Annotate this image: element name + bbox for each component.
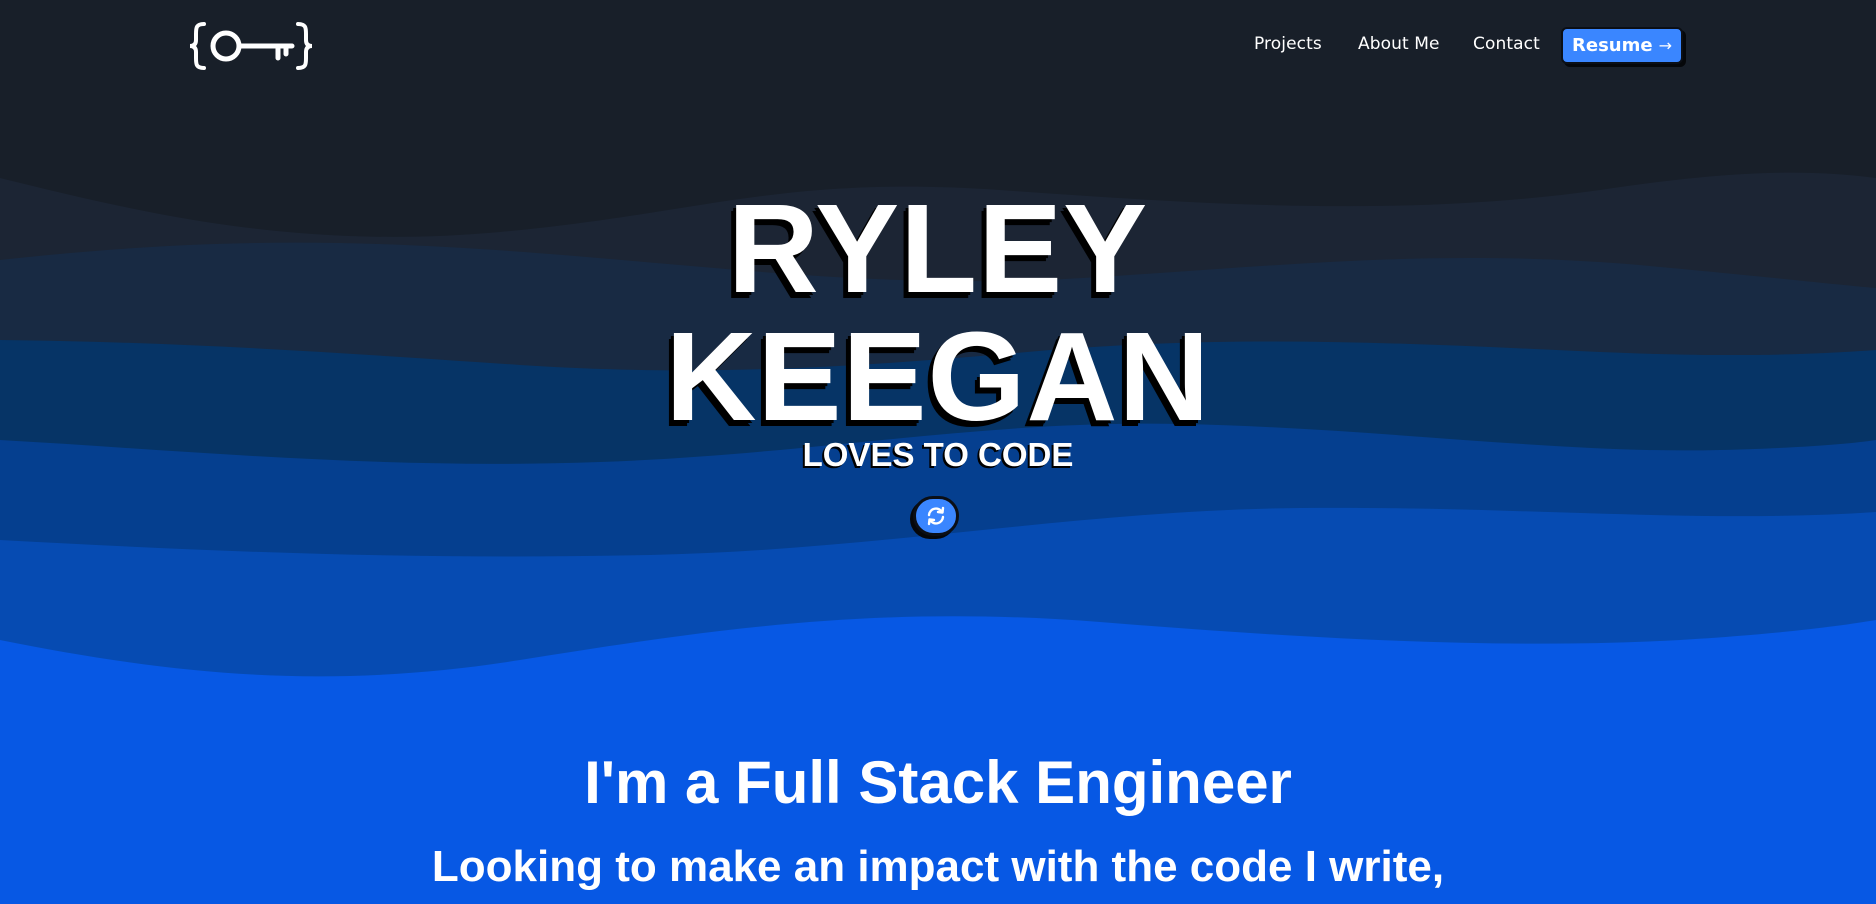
refresh-tagline-button[interactable] (913, 496, 959, 536)
intro-title: I'm a Full Stack Engineer (584, 749, 1292, 816)
nav-about-me-link[interactable]: About Me (1358, 34, 1440, 54)
key-braces-logo-icon[interactable] (186, 18, 316, 74)
intro-subtitle: Looking to make an impact with the code … (431, 842, 1445, 891)
arrow-right-icon: → (1658, 36, 1672, 55)
hero-first-name: RYLEY (727, 178, 1149, 319)
refresh-icon (927, 506, 945, 526)
resume-button-label: Resume (1572, 35, 1653, 56)
nav-contact-link[interactable]: Contact (1473, 34, 1540, 54)
nav-projects-link[interactable]: Projects (1254, 34, 1322, 54)
top-navbar: Projects About Me Contact Resume → (0, 0, 1876, 92)
hero-last-name: KEEGAN (665, 306, 1211, 447)
resume-button[interactable]: Resume → (1561, 27, 1683, 64)
hero-tagline: LOVES TO CODE (802, 436, 1074, 473)
